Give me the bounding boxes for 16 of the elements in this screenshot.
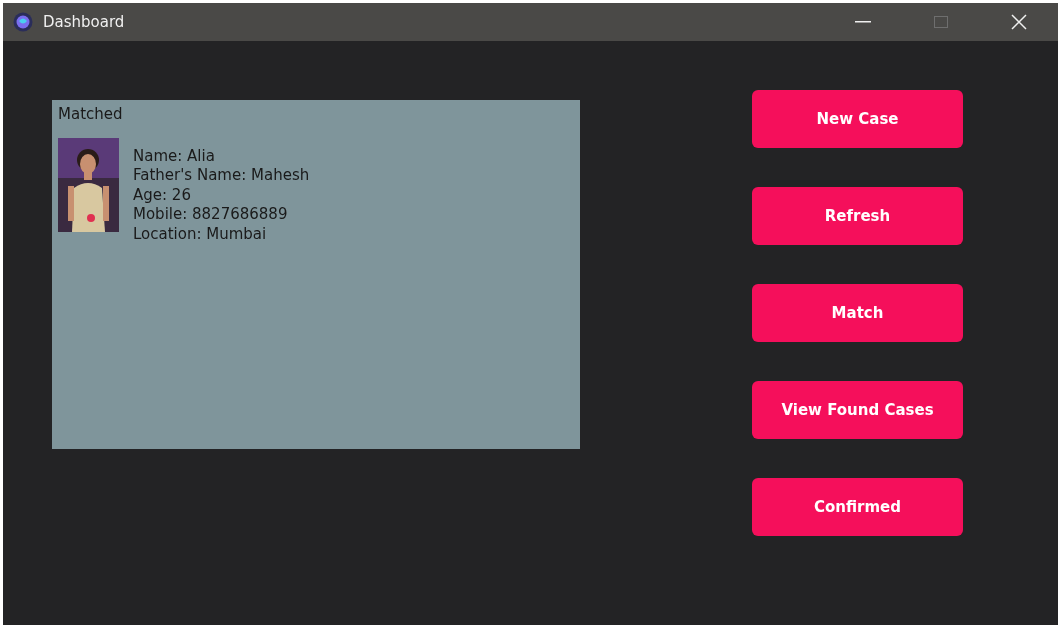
action-button[interactable]: Match bbox=[752, 284, 963, 342]
window-title: Dashboard bbox=[43, 11, 125, 33]
detail-text: Name: Alia bbox=[133, 146, 216, 166]
action-button[interactable]: View Found Cases bbox=[752, 381, 963, 439]
panel-title: Matched bbox=[58, 104, 124, 125]
action-button[interactable]: Confirmed bbox=[752, 478, 963, 536]
action-button[interactable]: Refresh bbox=[752, 187, 963, 245]
minimize-icon bbox=[855, 21, 871, 23]
action-button[interactable]: New Case bbox=[752, 90, 963, 148]
maximize-icon bbox=[934, 16, 948, 28]
detail-text: Mobile: 8827686889 bbox=[133, 205, 289, 225]
close-icon bbox=[1011, 14, 1027, 30]
app-logo-icon bbox=[13, 12, 33, 32]
detail-text: Age: 26 bbox=[133, 185, 192, 205]
detail-text: Location: Mumbai bbox=[133, 224, 268, 244]
detail-text: Father's Name: Mahesh bbox=[133, 166, 310, 186]
